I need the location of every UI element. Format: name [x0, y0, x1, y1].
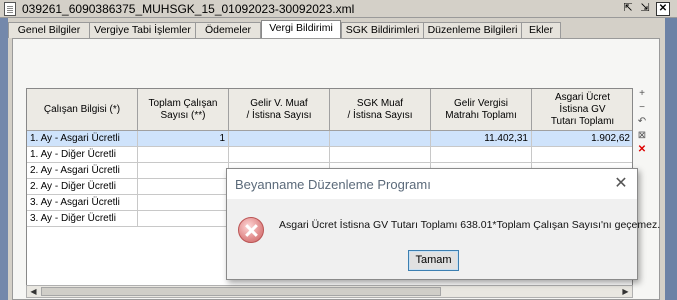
tab-duzenleme-bilgileri[interactable]: Düzenleme Bilgileri [423, 22, 522, 38]
tab-ekler[interactable]: Ekler [521, 22, 561, 38]
table-cell[interactable]: 2. Ay - Diğer Ücretli [27, 179, 138, 195]
table-cell[interactable] [431, 147, 532, 163]
table-cell[interactable]: 1.902,62 [532, 131, 632, 147]
table-cell[interactable] [138, 163, 229, 179]
column-header-sgk-muaf[interactable]: SGK Muaf / İstisna Sayısı [330, 89, 431, 131]
table-cell[interactable]: 11.402,31 [431, 131, 532, 147]
tab-vergi-bildirimi[interactable]: Vergi Bildirimi [261, 20, 341, 39]
column-header-toplam-calisan[interactable]: Toplam Çalışan Sayısı (**) [138, 89, 229, 131]
table-cell[interactable]: 3. Ay - Diğer Ücretli [27, 211, 138, 227]
table-cell[interactable]: 3. Ay - Asgari Ücretli [27, 195, 138, 211]
table-cell[interactable] [138, 179, 229, 195]
window-title: 039261_6090386375_MUHSGK_15_01092023-300… [22, 2, 355, 16]
column-header-calisan-bilgisi[interactable]: Çalışan Bilgisi (*) [27, 89, 138, 131]
table-cell[interactable]: 1. Ay - Asgari Ücretli [27, 131, 138, 147]
scroll-thumb[interactable] [41, 287, 441, 296]
table-cell[interactable] [330, 131, 431, 147]
horizontal-scrollbar[interactable]: ◀ ▶ [26, 285, 633, 298]
scroll-left-icon[interactable]: ◀ [27, 286, 40, 297]
column-header-asgari-ucret-istisna[interactable]: Asgari Ücret İstisna GV Tutarı Toplamı [532, 89, 632, 131]
undo-icon[interactable]: ↶ [636, 116, 648, 128]
tab-vergiye-tabi-islemler[interactable]: Vergiye Tabi İşlemler [89, 22, 196, 38]
title-bar: 039261_6090386375_MUHSGK_15_01092023-300… [0, 0, 677, 18]
table-cell[interactable] [138, 147, 229, 163]
delete-icon[interactable]: ✕ [636, 144, 648, 156]
tab-genel-bilgiler[interactable]: Genel Bilgiler [8, 22, 90, 38]
table-cell[interactable] [138, 211, 229, 227]
table-cell[interactable]: 1. Ay - Diğer Ücretli [27, 147, 138, 163]
scroll-right-icon[interactable]: ▶ [619, 286, 632, 297]
table-row[interactable]: 1. Ay - Asgari Ücretli 1 11.402,31 1.902… [27, 131, 632, 147]
app-window: 039261_6090386375_MUHSGK_15_01092023-300… [0, 0, 677, 300]
remove-row-icon[interactable]: − [636, 102, 648, 114]
dialog-title: Beyanname Düzenleme Programı [235, 177, 431, 192]
maximize-button[interactable]: ⇲ [638, 2, 652, 16]
dialog-title-bar: Beyanname Düzenleme Programı [227, 169, 637, 199]
close-button[interactable]: ✕ [656, 2, 670, 16]
tab-odemeler[interactable]: Ödemeler [195, 22, 261, 38]
ok-button[interactable]: Tamam [408, 250, 459, 271]
restore-button[interactable]: ⇱ [621, 2, 635, 16]
tab-sgk-bildirimleri[interactable]: SGK Bildirimleri [341, 22, 424, 38]
error-icon [238, 217, 264, 243]
dialog-message: Asgari Ücret İstisna GV Tutarı Toplamı 6… [279, 219, 661, 231]
clear-row-icon[interactable]: ⊠ [636, 130, 648, 142]
xml-document-icon [4, 2, 16, 16]
column-header-gelir-vergisi-matrahi[interactable]: Gelir Vergisi Matrahı Toplamı [431, 89, 532, 131]
table-cell[interactable]: 2. Ay - Asgari Ücretli [27, 163, 138, 179]
table-cell[interactable] [229, 131, 330, 147]
right-frame [665, 18, 677, 300]
table-cell[interactable] [330, 147, 431, 163]
column-header-gelir-muaf[interactable]: Gelir V. Muaf / İstisna Sayısı [229, 89, 330, 131]
error-dialog: Beyanname Düzenleme Programı ✕ Asgari Üc… [226, 168, 660, 280]
left-frame [0, 18, 8, 300]
add-row-icon[interactable]: + [636, 88, 648, 100]
table-row[interactable]: 1. Ay - Diğer Ücretli [27, 147, 632, 163]
table-cell[interactable] [138, 195, 229, 211]
dialog-body: Asgari Ücret İstisna GV Tutarı Toplamı 6… [227, 199, 660, 279]
table-cell[interactable] [532, 147, 632, 163]
table-cell[interactable]: 1 [138, 131, 229, 147]
dialog-close-button[interactable]: ✕ [611, 174, 631, 194]
table-cell[interactable] [229, 147, 330, 163]
